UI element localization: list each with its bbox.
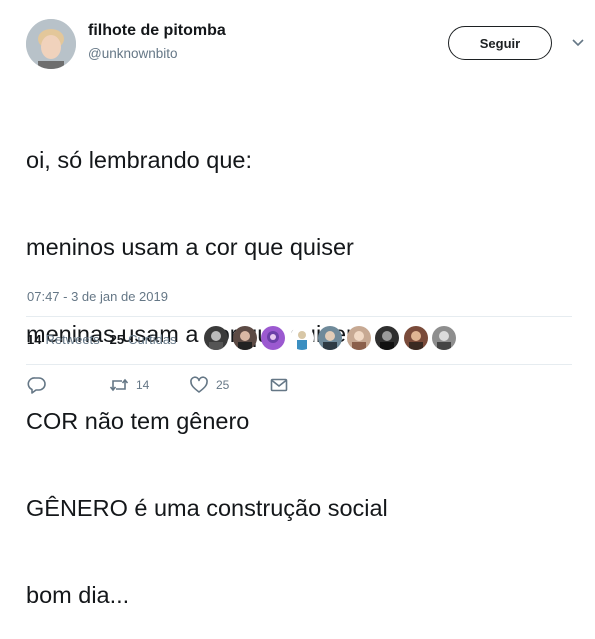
likes-count: 25 [109,332,125,347]
liker-avatar[interactable] [432,326,456,350]
retweet-icon [109,378,129,392]
tweet-line: meninos usam a cor que quiser [26,234,354,260]
tweet-actions: 14 25 [27,376,327,398]
heart-icon [190,376,208,393]
tweet-line: oi, só lembrando que: [26,147,253,173]
reply-button[interactable] [27,376,47,394]
liker-avatar[interactable] [375,326,399,350]
tweet-stats: 14 Retweets 25 Curtidas [27,332,187,347]
tweet-line: bom dia... [26,582,130,608]
liker-avatar[interactable] [318,326,342,350]
follow-button[interactable]: Seguir [448,26,552,60]
reply-icon [27,377,46,394]
direct-message-button[interactable] [269,376,289,394]
display-name[interactable]: filhote de pitomba [88,22,226,40]
liker-avatar[interactable] [204,326,228,350]
divider [26,316,572,317]
tweet-line: GÊNERO é uma construção social [26,495,388,521]
avatar-image [26,19,76,69]
username[interactable]: @unknownbito [88,46,178,61]
likes-label: Curtidas [128,332,177,347]
divider [26,364,572,365]
liker-avatar[interactable] [403,326,428,350]
likes-stat[interactable]: 25 Curtidas [110,332,177,347]
retweet-button[interactable]: 14 [109,376,149,394]
likers-list [204,326,461,350]
avatar[interactable] [26,19,76,69]
tweet-line: COR não tem gênero [26,408,250,434]
liker-avatar[interactable] [289,326,314,350]
liker-avatar[interactable] [346,326,371,350]
like-count: 25 [216,378,230,392]
retweets-stat[interactable]: 14 Retweets [27,332,100,347]
retweet-count: 14 [136,378,150,392]
retweets-label: Retweets [45,332,100,347]
like-button[interactable]: 25 [189,376,229,394]
timestamp[interactable]: 07:47 - 3 de jan de 2019 [27,289,168,304]
chevron-down-icon[interactable] [570,36,586,50]
retweets-count: 14 [27,332,42,347]
liker-avatar[interactable] [232,326,257,350]
envelope-icon [270,378,288,392]
liker-avatar[interactable] [261,326,285,350]
